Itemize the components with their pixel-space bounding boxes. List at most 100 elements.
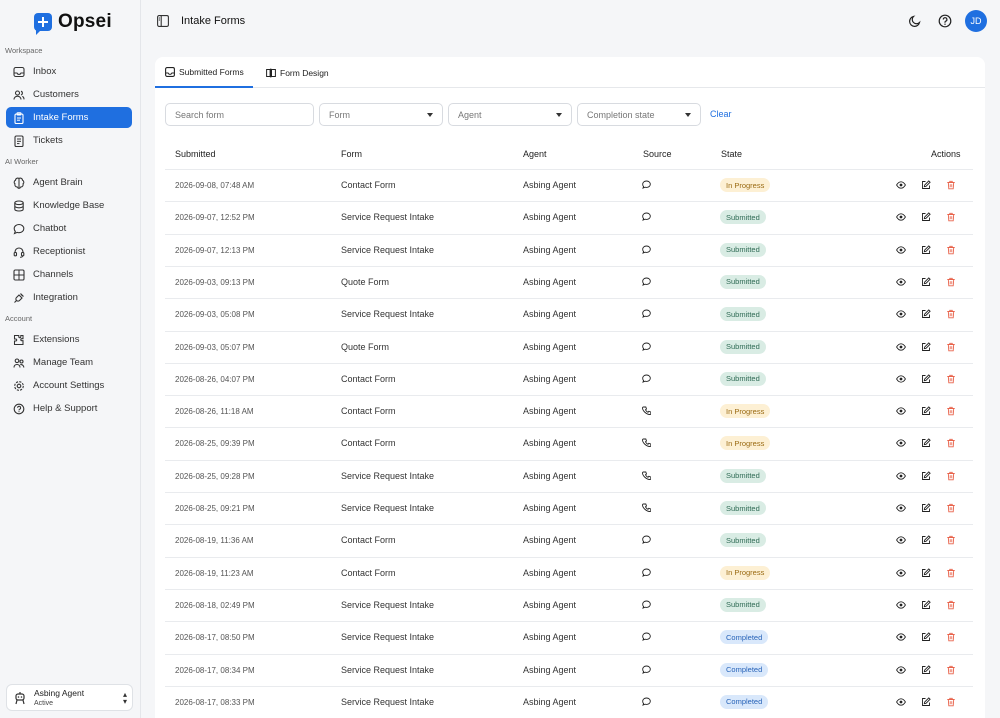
table-row[interactable]: 2026-08-18, 02:49 PM Service Request Inta… xyxy=(165,588,973,621)
view-icon[interactable] xyxy=(896,309,906,319)
delete-icon[interactable] xyxy=(946,342,956,352)
agent-switcher[interactable]: Asbing Agent Active ▴ ▾ xyxy=(6,684,133,711)
edit-icon[interactable] xyxy=(921,470,931,481)
sidebar-item-knowledge-base[interactable]: Knowledge Base xyxy=(6,195,132,216)
column-header-state[interactable]: State xyxy=(721,149,742,159)
table-row[interactable]: 2026-09-03, 05:08 PM Service Request Inta… xyxy=(165,298,973,330)
sidebar-item-receptionist[interactable]: Receptionist xyxy=(6,241,132,262)
sidebar-item-integration[interactable]: Integration xyxy=(6,287,132,308)
edit-icon[interactable] xyxy=(921,212,931,222)
sidebar-item-account-settings[interactable]: Account Settings xyxy=(6,375,132,396)
sidebar-item-chatbot[interactable]: Chatbot xyxy=(6,218,132,239)
edit-icon[interactable] xyxy=(921,244,931,255)
user-avatar[interactable]: JD xyxy=(965,10,987,32)
agent-select[interactable]: Agent xyxy=(448,103,572,126)
table-row[interactable]: 2026-09-07, 12:13 PM Service Request Inta… xyxy=(165,233,973,266)
edit-icon[interactable] xyxy=(921,406,931,416)
table-row[interactable]: 2026-09-03, 05:07 PM Quote Form Asbing Age… xyxy=(165,330,973,363)
edit-icon[interactable] xyxy=(921,600,931,610)
sidebar-item-manage-team[interactable]: Manage Team xyxy=(6,352,132,373)
edit-icon[interactable] xyxy=(921,632,931,642)
table-row[interactable]: 2026-08-17, 08:34 PM Service Request Inta… xyxy=(165,653,973,686)
edit-icon[interactable] xyxy=(921,341,931,352)
dark-mode-icon[interactable] xyxy=(908,14,922,28)
delete-icon[interactable] xyxy=(946,406,956,416)
table-row[interactable]: 2026-09-03, 09:13 PM Quote Form Asbing Age… xyxy=(165,265,973,298)
delete-icon[interactable] xyxy=(946,212,956,222)
view-icon[interactable] xyxy=(896,568,906,578)
table-row[interactable]: 2026-08-26, 11:18 AM Contact Form Asbing A… xyxy=(165,395,973,427)
view-icon[interactable] xyxy=(896,471,906,481)
sidebar-item-help-support[interactable]: Help & Support xyxy=(6,398,132,419)
delete-icon[interactable] xyxy=(946,600,956,610)
view-icon[interactable] xyxy=(896,600,906,610)
table-row[interactable]: 2026-09-07, 12:52 PM Service Request Inta… xyxy=(165,201,973,233)
edit-icon[interactable] xyxy=(921,664,931,675)
edit-icon[interactable] xyxy=(921,535,931,545)
delete-icon[interactable] xyxy=(946,632,956,642)
tab-submitted-forms[interactable]: Submitted Forms xyxy=(155,57,253,88)
view-icon[interactable] xyxy=(896,535,906,545)
view-icon[interactable] xyxy=(896,665,906,675)
sidebar-item-tickets[interactable]: Tickets xyxy=(6,130,132,151)
column-header-agent[interactable]: Agent xyxy=(523,149,547,159)
search-input[interactable] xyxy=(175,109,305,120)
search-field[interactable] xyxy=(165,103,314,126)
edit-icon[interactable] xyxy=(921,503,931,513)
state-select[interactable]: Completion state xyxy=(577,103,701,126)
delete-icon[interactable] xyxy=(946,245,956,255)
view-icon[interactable] xyxy=(896,697,906,707)
table-row[interactable]: 2026-08-25, 09:39 PM Contact Form Asbing A… xyxy=(165,427,973,459)
form-select[interactable]: Form xyxy=(319,103,443,126)
table-row[interactable]: 2026-08-19, 11:23 AM Contact Form Asbing A… xyxy=(165,556,973,589)
sidebar-item-agent-brain[interactable]: Agent Brain xyxy=(6,172,132,193)
table-row[interactable]: 2026-09-08, 07:48 AM Contact Form Asbing A… xyxy=(165,169,973,201)
table-row[interactable]: 2026-08-25, 09:21 PM Service Request Inta… xyxy=(165,492,973,524)
edit-icon[interactable] xyxy=(921,180,931,190)
edit-icon[interactable] xyxy=(921,309,931,319)
delete-icon[interactable] xyxy=(946,438,956,448)
view-icon[interactable] xyxy=(896,245,906,255)
delete-icon[interactable] xyxy=(946,697,956,707)
table-row[interactable]: 2026-08-26, 04:07 PM Contact Form Asbing A… xyxy=(165,362,973,395)
delete-icon[interactable] xyxy=(946,665,956,675)
delete-icon[interactable] xyxy=(946,277,956,287)
table-row[interactable]: 2026-08-17, 08:33 PM Service Request Inta… xyxy=(165,685,973,718)
table-row[interactable]: 2026-08-25, 09:28 PM Service Request Inta… xyxy=(165,459,973,492)
column-header-submitted[interactable]: Submitted xyxy=(175,149,216,159)
edit-icon[interactable] xyxy=(921,697,931,707)
table-row[interactable]: 2026-08-19, 11:36 AM Contact Form Asbing A… xyxy=(165,524,973,556)
delete-icon[interactable] xyxy=(946,503,956,513)
view-icon[interactable] xyxy=(896,277,906,287)
help-icon[interactable] xyxy=(938,14,952,28)
column-header-source[interactable]: Source xyxy=(643,149,672,159)
delete-icon[interactable] xyxy=(946,374,956,384)
delete-icon[interactable] xyxy=(946,471,956,481)
column-header-form[interactable]: Form xyxy=(341,149,362,159)
edit-icon[interactable] xyxy=(921,374,931,384)
delete-icon[interactable] xyxy=(946,180,956,190)
sidebar-item-intake-forms[interactable]: Intake Forms xyxy=(6,107,132,128)
view-icon[interactable] xyxy=(896,503,906,513)
view-icon[interactable] xyxy=(896,180,906,190)
sidebar-item-extensions[interactable]: Extensions xyxy=(6,329,132,350)
delete-icon[interactable] xyxy=(946,535,956,545)
delete-icon[interactable] xyxy=(946,568,956,578)
edit-icon[interactable] xyxy=(921,567,931,578)
sidebar-item-channels[interactable]: Channels xyxy=(6,264,132,285)
clear-filters-link[interactable]: Clear xyxy=(710,109,732,119)
app-logo[interactable]: Opsei xyxy=(34,11,112,35)
view-icon[interactable] xyxy=(896,374,906,384)
sidebar-item-inbox[interactable]: Inbox xyxy=(6,61,132,82)
sidebar-toggle-icon[interactable] xyxy=(157,15,169,27)
view-icon[interactable] xyxy=(896,212,906,222)
view-icon[interactable] xyxy=(896,632,906,642)
view-icon[interactable] xyxy=(896,438,906,448)
delete-icon[interactable] xyxy=(946,309,956,319)
edit-icon[interactable] xyxy=(921,438,931,448)
view-icon[interactable] xyxy=(896,342,906,352)
edit-icon[interactable] xyxy=(921,277,931,287)
view-icon[interactable] xyxy=(896,406,906,416)
sidebar-item-customers[interactable]: Customers xyxy=(6,84,132,105)
tab-form-design[interactable]: Form Design xyxy=(266,57,329,88)
